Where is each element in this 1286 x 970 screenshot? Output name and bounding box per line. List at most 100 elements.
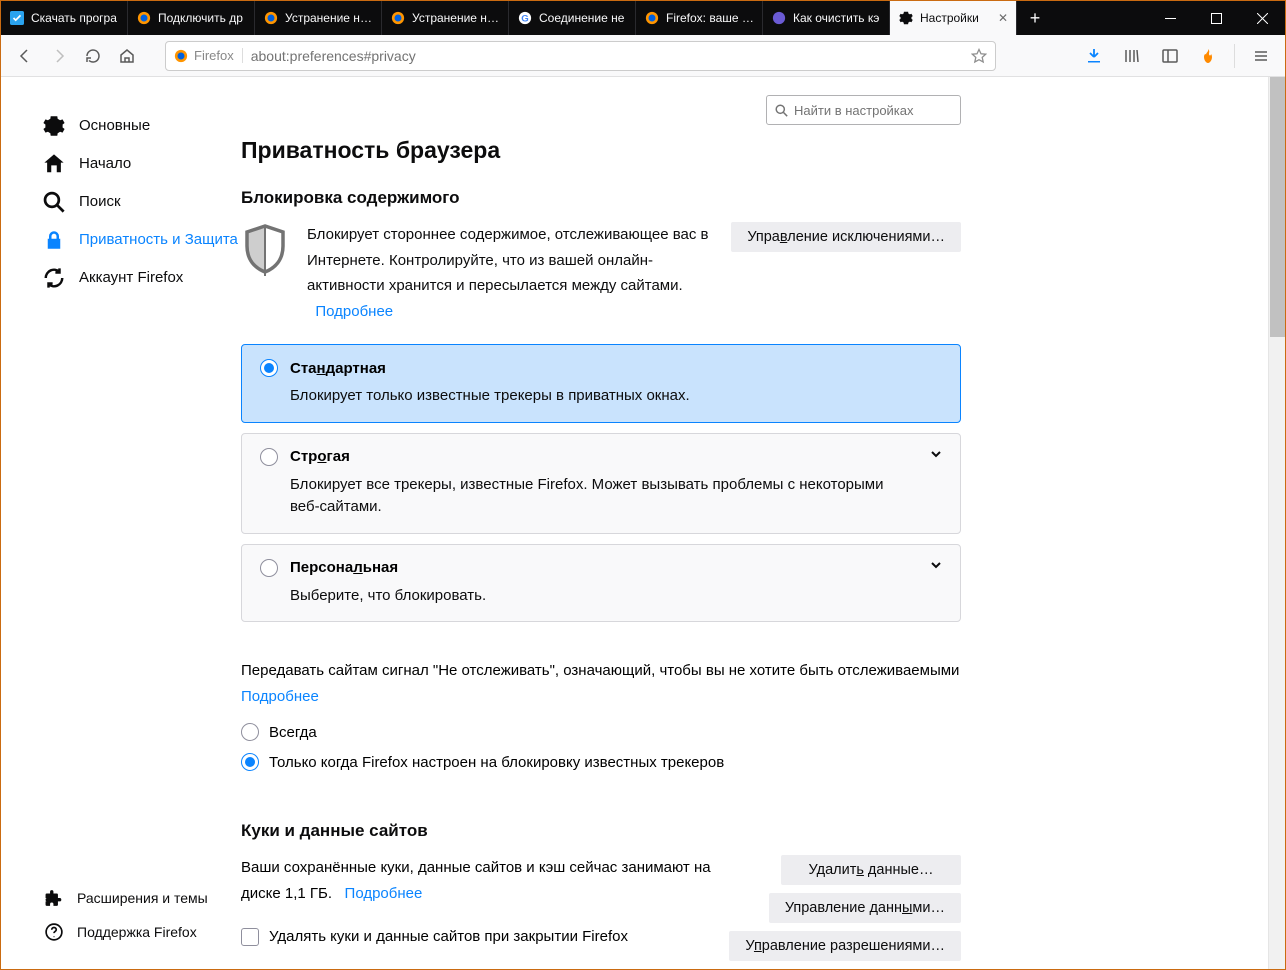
sidebar-item-label: Поиск [79, 192, 121, 212]
sidebar-item-account[interactable]: Аккаунт Firefox [43, 259, 241, 297]
manage-data-button[interactable]: Управление данными… [769, 893, 961, 923]
sidebar-item-privacy[interactable]: Приватность и Защита [43, 221, 241, 259]
delete-on-close-checkbox[interactable]: Удалять куки и данные сайтов при закрыти… [241, 924, 711, 950]
settings-sidebar: Основные Начало Поиск Приватность и Защи… [1, 77, 241, 969]
sidebar-item-label: Поддержка Firefox [77, 923, 197, 941]
blocking-option-standard[interactable]: Стандартная Блокирует только известные т… [241, 344, 961, 423]
minimize-button[interactable] [1147, 1, 1193, 35]
back-button[interactable] [9, 40, 41, 72]
card-title: Стандартная [290, 360, 386, 377]
chevron-down-icon [930, 448, 942, 460]
clear-data-button[interactable]: Удалить данные… [781, 855, 961, 885]
sidebar-item-extensions[interactable]: Расширения и темы [43, 881, 208, 915]
menu-button[interactable] [1245, 40, 1277, 72]
sidebar-item-general[interactable]: Основные [43, 107, 241, 145]
scrollbar-thumb[interactable] [1270, 77, 1285, 337]
tab-label: Соединение не [539, 11, 624, 25]
tab-3[interactable]: Устранение неп [382, 1, 509, 35]
tab-1[interactable]: Подключить др [128, 1, 255, 35]
lock-icon [43, 229, 65, 251]
settings-search-input[interactable]: Найти в настройках [766, 95, 961, 125]
maximize-button[interactable] [1193, 1, 1239, 35]
sidebar-item-label: Начало [79, 154, 131, 174]
identity-box[interactable]: Firefox [174, 48, 243, 63]
firefox-icon [174, 49, 188, 63]
identity-label: Firefox [194, 48, 234, 63]
radio-label: Только когда Firefox настроен на блокиро… [269, 754, 724, 771]
navigation-bar: Firefox about:preferences#privacy [1, 35, 1285, 77]
manage-permissions-button[interactable]: Управление разрешениями… [729, 931, 961, 961]
url-bar[interactable]: Firefox about:preferences#privacy [165, 41, 996, 71]
sidebar-button[interactable] [1154, 40, 1186, 72]
ccleaner-icon [771, 10, 787, 26]
radio-icon [260, 359, 278, 377]
dnt-option-only-blocking[interactable]: Только когда Firefox настроен на блокиро… [241, 747, 961, 777]
gear-icon [898, 10, 914, 26]
tab-bar: Скачать програ Подключить др Устранение … [1, 1, 1285, 35]
sidebar-bottom: Расширения и темы Поддержка Firefox [43, 881, 208, 949]
blocking-option-custom[interactable]: Персональная Выберите, что блокировать. [241, 544, 961, 623]
home-button[interactable] [111, 40, 143, 72]
close-window-button[interactable] [1239, 1, 1285, 35]
tab-label: Скачать програ [31, 11, 117, 25]
section-heading-blocking: Блокировка содержимого [241, 188, 961, 208]
blocking-option-strict[interactable]: Строгая Блокирует все трекеры, известные… [241, 433, 961, 534]
card-description: Выберите, что блокировать. [290, 585, 916, 608]
shield-icon [241, 222, 289, 278]
close-icon[interactable]: ✕ [994, 11, 1008, 25]
search-placeholder: Найти в настройках [794, 103, 914, 118]
home-icon [43, 153, 65, 175]
firefox-icon [263, 10, 279, 26]
sidebar-item-support[interactable]: Поддержка Firefox [43, 915, 208, 949]
card-description: Блокирует только известные трекеры в при… [290, 385, 916, 408]
radio-icon [260, 559, 278, 577]
manage-exceptions-button[interactable]: Управление исключениями… [731, 222, 961, 252]
search-icon [43, 191, 65, 213]
search-icon [775, 104, 788, 117]
learn-more-link[interactable]: Подробнее [241, 688, 319, 705]
tab-6[interactable]: Как очистить кэ [763, 1, 890, 35]
sync-icon [43, 267, 65, 289]
sidebar-item-home[interactable]: Начало [43, 145, 241, 183]
cookies-description: Ваши сохранённые куки, данные сайтов и к… [241, 855, 711, 950]
scrollbar[interactable] [1268, 77, 1285, 969]
help-icon [43, 921, 65, 943]
firefox-icon [390, 10, 406, 26]
chevron-down-icon [930, 559, 942, 571]
sidebar-item-label: Аккаунт Firefox [79, 268, 183, 288]
tab-2[interactable]: Устранение неп [255, 1, 382, 35]
checkmark-icon [9, 10, 25, 26]
tab-label: Как очистить кэ [793, 11, 879, 25]
sidebar-item-search[interactable]: Поиск [43, 183, 241, 221]
forward-button [43, 40, 75, 72]
new-tab-button[interactable]: + [1017, 1, 1053, 35]
firefox-icon [136, 10, 152, 26]
tab-0[interactable]: Скачать програ [1, 1, 128, 35]
gear-icon [43, 115, 65, 137]
tab-label: Устранение неп [285, 11, 373, 25]
fire-icon[interactable] [1192, 40, 1224, 72]
main-content: Найти в настройках Приватность браузера … [241, 77, 1001, 969]
library-button[interactable] [1116, 40, 1148, 72]
radio-label: Всегда [269, 724, 317, 741]
tab-7-active[interactable]: Настройки ✕ [890, 1, 1017, 35]
learn-more-link[interactable]: Подробнее [315, 303, 393, 320]
downloads-button[interactable] [1078, 40, 1110, 72]
reload-button[interactable] [77, 40, 109, 72]
tab-label: Настройки [920, 11, 979, 25]
learn-more-link[interactable]: Подробнее [345, 885, 423, 902]
tab-label: Firefox: ваше со [666, 11, 754, 25]
firefox-icon [644, 10, 660, 26]
sidebar-item-label: Основные [79, 116, 150, 136]
bookmark-star-icon[interactable] [971, 48, 987, 64]
radio-icon [241, 753, 259, 771]
tab-5[interactable]: Firefox: ваше со [636, 1, 763, 35]
page-title: Приватность браузера [241, 137, 961, 164]
sidebar-item-label: Приватность и Защита [79, 230, 238, 250]
card-title: Персональная [290, 559, 398, 576]
card-description: Блокирует все трекеры, известные Firefox… [290, 474, 916, 519]
dnt-option-always[interactable]: Всегда [241, 717, 961, 747]
radio-icon [260, 448, 278, 466]
tab-4[interactable]: GСоединение не [509, 1, 636, 35]
puzzle-icon [43, 887, 65, 909]
